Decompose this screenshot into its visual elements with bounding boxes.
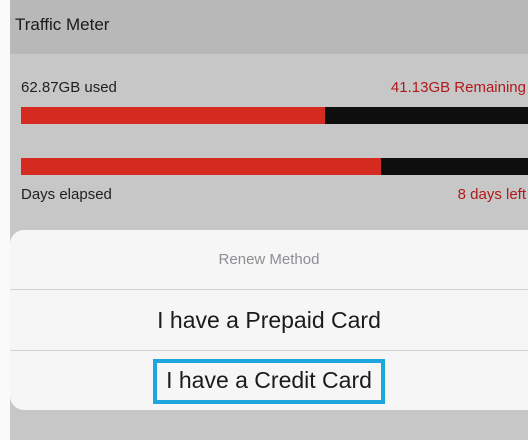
days-elapsed-bar-fill [21, 158, 381, 175]
nav-bar: Traffic Meter [10, 0, 528, 54]
credit-card-option[interactable]: I have a Credit Card [10, 351, 528, 410]
credit-card-option-label: I have a Credit Card [166, 366, 372, 393]
data-used-label: 62.87GB used [21, 79, 117, 96]
data-usage-bar-fill [21, 107, 326, 124]
prepaid-card-option[interactable]: I have a Prepaid Card [10, 290, 528, 351]
days-elapsed-label: Days elapsed [21, 186, 112, 203]
days-elapsed-bar [21, 158, 528, 175]
data-remaining-label: 41.13GB Remaining [390, 79, 526, 96]
data-usage-bar [21, 107, 528, 124]
action-sheet-title: Renew Method [10, 230, 528, 290]
prepaid-card-option-label: I have a Prepaid Card [157, 306, 381, 333]
renew-method-action-sheet: Renew Method I have a Prepaid Card I hav… [10, 230, 528, 410]
days-left-label: 8 days left [457, 186, 526, 203]
page-title: Traffic Meter [15, 15, 110, 34]
credit-card-highlight: I have a Credit Card [153, 358, 385, 404]
